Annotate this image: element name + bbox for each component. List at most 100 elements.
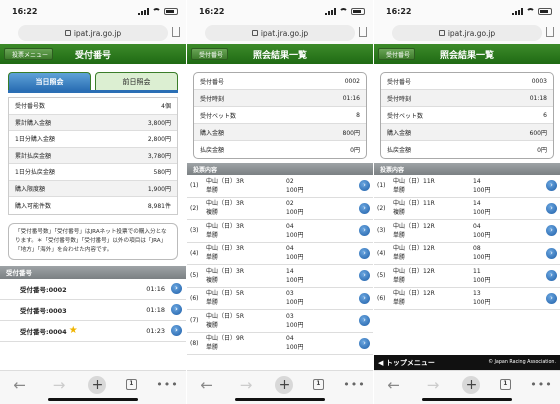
vote-type: 単勝 [393,254,406,262]
back-arrow-icon[interactable]: ← [10,376,30,394]
back-button[interactable]: 受付番号 [191,48,229,60]
top-menu-link[interactable]: ◀ トップメニュー [378,358,435,368]
info-value: 01:16 [342,94,360,102]
arrow-right-icon[interactable]: › [359,292,370,304]
forward-arrow-icon[interactable]: → [49,376,69,394]
status-time: 16:22 [386,6,412,16]
info-value: 0003 [531,77,547,85]
back-arrow-icon[interactable]: ← [384,376,404,394]
ticket-row[interactable]: 受付番号:0002 01:16 › [0,279,186,300]
vote-number: (6) [377,294,386,302]
vote-row[interactable]: (3) 中山（日）12R 単勝 04 100円 › [374,220,560,243]
status-time: 16:22 [12,6,38,16]
vote-list: (1) 中山（日）3R 単勝 02 100円 › (2) 中山（日）3R 複勝 02 100円 › (3… [187,175,373,355]
vote-row[interactable]: (8) 中山（日）9R 単勝 04 100円 › [187,333,373,355]
panel-result-0002: 16:22 ipat.jra.go.jp 受付番号 照会結果一覧 受付番号 000… [187,0,373,404]
vote-row[interactable]: (6) 中山（日）12R 単勝 13 100円 › [374,288,560,310]
vote-row[interactable]: (1) 中山（日）11R 単勝 14 100円 › [374,175,560,198]
plus-icon[interactable]: + [88,375,107,394]
arrow-right-icon[interactable]: › [171,283,182,294]
vote-race: 中山（日）3R [206,267,244,275]
vote-row[interactable]: (7) 中山（日）5R 複勝 03 100円 › [187,310,373,333]
browser-toolbar: ← → + 1 ••• [374,370,560,404]
status-bar: 16:22 [374,0,560,22]
vote-horse: 04 [473,222,481,230]
vote-amount: 100円 [286,299,304,307]
vote-row[interactable]: (2) 中山（日）11R 複勝 14 100円 › [374,198,560,220]
vote-race: 中山（日）9R [206,335,244,343]
info-row: 払戻金額 0円 [194,141,366,158]
arrow-right-icon[interactable]: › [359,180,370,192]
tab-previous-day[interactable]: 前日照会 [95,72,178,90]
arrow-right-icon[interactable]: › [359,337,370,349]
summary-value: 3,780円 [147,152,171,160]
vote-type: 単勝 [206,231,219,239]
tabs-icon[interactable]: 1 [312,379,324,390]
footer-bar: ◀ トップメニュー © Japan Racing Association. [374,355,560,370]
arrow-right-icon[interactable]: › [546,292,557,304]
arrow-right-icon[interactable]: › [359,225,370,237]
vote-row[interactable]: (1) 中山（日）3R 単勝 02 100円 › [187,175,373,198]
vote-amount: 100円 [286,209,304,217]
ticket-row[interactable]: 受付番号:0004 ★ 01:23 › [0,321,186,342]
vote-horse: 02 [286,177,294,185]
vote-row[interactable]: (4) 中山（日）12R 単勝 08 100円 › [374,243,560,265]
summary-label: 購入可能件数 [15,202,52,210]
info-value: 0円 [537,147,547,154]
arrow-right-icon[interactable]: › [359,247,370,259]
arrow-right-icon[interactable]: › [546,270,557,282]
back-arrow-icon[interactable]: ← [197,376,217,394]
arrow-right-icon[interactable]: › [359,202,370,214]
arrow-right-icon[interactable]: › [546,180,557,192]
vote-row[interactable]: (6) 中山（日）5R 単勝 03 100円 › [187,288,373,310]
back-menu-button[interactable]: 投票メニュー [4,48,54,60]
vote-type: 複勝 [393,209,406,217]
vote-row[interactable]: (5) 中山（日）3R 複勝 14 100円 › [187,265,373,288]
arrow-right-icon[interactable]: › [546,202,557,214]
tab-today[interactable]: 当日照会 [8,72,91,90]
share-icon[interactable] [359,27,367,37]
address-bar[interactable]: ipat.jra.go.jp [187,22,373,44]
more-icon[interactable]: ••• [530,378,551,391]
vote-type: 複勝 [206,276,219,284]
summary-value: 8,981件 [147,202,171,210]
vote-amount: 100円 [286,231,304,239]
arrow-right-icon[interactable]: › [171,304,182,315]
lock-icon [438,30,445,36]
vote-row[interactable]: (5) 中山（日）12R 単勝 11 100円 › [374,265,560,288]
tabs-icon[interactable]: 1 [125,379,137,390]
arrow-right-icon[interactable]: › [359,270,370,282]
info-row: 受付番号 0002 [194,73,366,90]
forward-arrow-icon[interactable]: → [236,376,256,394]
plus-icon[interactable]: + [275,375,294,394]
info-value: 01:18 [529,94,547,102]
summary-value: 2,800円 [147,136,171,144]
arrow-right-icon[interactable]: › [171,325,182,336]
arrow-right-icon[interactable]: › [546,247,557,259]
back-button[interactable]: 受付番号 [378,48,416,60]
vote-number: (7) [190,317,199,325]
plus-icon[interactable]: + [462,375,481,394]
vote-row[interactable]: (2) 中山（日）3R 複勝 02 100円 › [187,198,373,220]
vote-row[interactable]: (4) 中山（日）3R 単勝 04 100円 › [187,243,373,265]
vote-row[interactable]: (3) 中山（日）3R 単勝 04 100円 › [187,220,373,243]
info-row: 受付ベット数 8 [194,107,366,124]
vote-section-header: 投票内容 [187,163,373,175]
vote-type: 複勝 [206,321,219,329]
vote-race: 中山（日）3R [206,222,244,230]
arrow-right-icon[interactable]: › [359,315,370,327]
more-icon[interactable]: ••• [156,378,177,391]
forward-arrow-icon[interactable]: → [423,376,443,394]
arrow-right-icon[interactable]: › [546,225,557,237]
more-icon[interactable]: ••• [343,378,364,391]
share-icon[interactable] [546,27,554,37]
panel-result-0003: 16:22 ipat.jra.go.jp 受付番号 照会結果一覧 受付番号 000… [374,0,560,404]
address-bar[interactable]: ipat.jra.go.jp [374,22,560,44]
ticket-row[interactable]: 受付番号:0003 01:18 › [0,300,186,321]
tabs-icon[interactable]: 1 [499,379,511,390]
share-icon[interactable] [172,27,180,37]
vote-race: 中山（日）12R [393,267,435,275]
address-bar[interactable]: ipat.jra.go.jp [0,22,186,44]
summary-row: 累計購入金額 3,800円 [9,114,177,131]
vote-amount: 100円 [473,209,491,217]
